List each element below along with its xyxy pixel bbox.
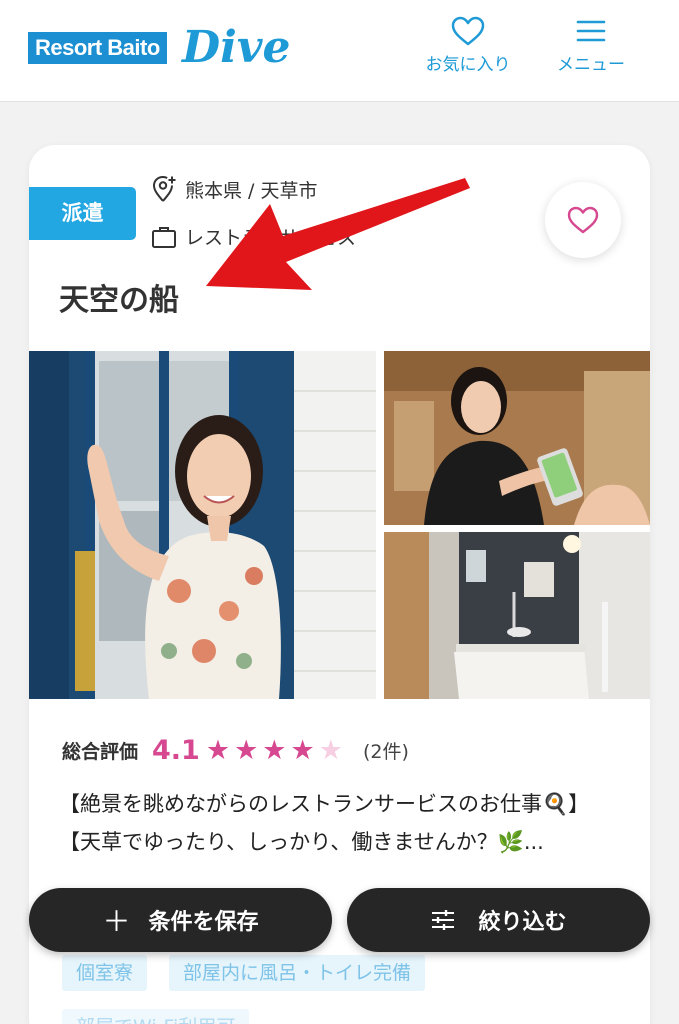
- job-photo-main[interactable]: [29, 351, 376, 699]
- save-conditions-label: 条件を保存: [148, 910, 259, 935]
- location-text: 熊本県 / 天草市: [185, 179, 318, 202]
- logo-script: Dive: [182, 22, 291, 73]
- filter-sliders-icon: [432, 910, 455, 930]
- star-icon: ★: [205, 735, 231, 766]
- feature-tag: 部屋でWi-Fi利用可: [62, 1009, 250, 1024]
- reception-photo: [384, 351, 650, 525]
- star-icon: ★: [290, 735, 315, 766]
- rating-score: 4.1: [152, 735, 200, 766]
- job-category: レストランサービス: [151, 223, 356, 250]
- bathroom-photo: [384, 532, 650, 699]
- location-pin-icon: [152, 175, 176, 202]
- site-header: Resort Baito Dive お気に入り メニュー: [0, 0, 679, 102]
- employment-type-badge: 派遣: [29, 187, 136, 240]
- filter-button[interactable]: 絞り込む: [347, 888, 650, 952]
- feature-tag: 個室寮: [62, 955, 148, 991]
- site-logo[interactable]: Resort Baito Dive: [28, 22, 290, 74]
- hamburger-menu-icon: [576, 20, 606, 42]
- favorites-button[interactable]: お気に入り: [414, 14, 522, 80]
- feature-tag: 部屋内に風呂・トイレ完備: [169, 955, 426, 991]
- heart-outline-icon: [451, 16, 485, 46]
- heart-icon: [567, 206, 599, 234]
- star-empty-icon: ★: [318, 735, 343, 766]
- menu-button[interactable]: メニュー: [546, 14, 636, 80]
- job-photo-reception[interactable]: [384, 351, 650, 525]
- job-location: 熊本県 / 天草市: [151, 175, 317, 203]
- job-photo-bathroom[interactable]: [384, 532, 650, 699]
- category-text: レストランサービス: [185, 227, 357, 249]
- briefcase-icon: [152, 226, 176, 248]
- logo-wordmark: Resort Baito: [28, 32, 167, 64]
- save-conditions-button[interactable]: ＋ 条件を保存: [29, 888, 332, 952]
- menu-label: メニュー: [557, 55, 625, 75]
- plus-icon: ＋: [102, 905, 131, 938]
- filter-label: 絞り込む: [478, 910, 567, 935]
- rating-summary: 総合評価 4.1 ★ ★ ★ ★ ★ (2件): [62, 735, 409, 766]
- staff-greeting-photo: [29, 351, 376, 699]
- job-description: 【絶景を眺めながらのレストランサービスのお仕事🍳】【天草でゆったり、しっかり、働…: [59, 792, 590, 854]
- favorites-label: お気に入り: [425, 55, 511, 75]
- star-icon: ★: [234, 735, 259, 766]
- star-icon: ★: [262, 735, 287, 766]
- job-title[interactable]: 天空の船: [59, 275, 179, 319]
- review-count[interactable]: (2件): [363, 737, 409, 764]
- add-favorite-button[interactable]: [545, 182, 621, 258]
- rating-label: 総合評価: [62, 741, 139, 763]
